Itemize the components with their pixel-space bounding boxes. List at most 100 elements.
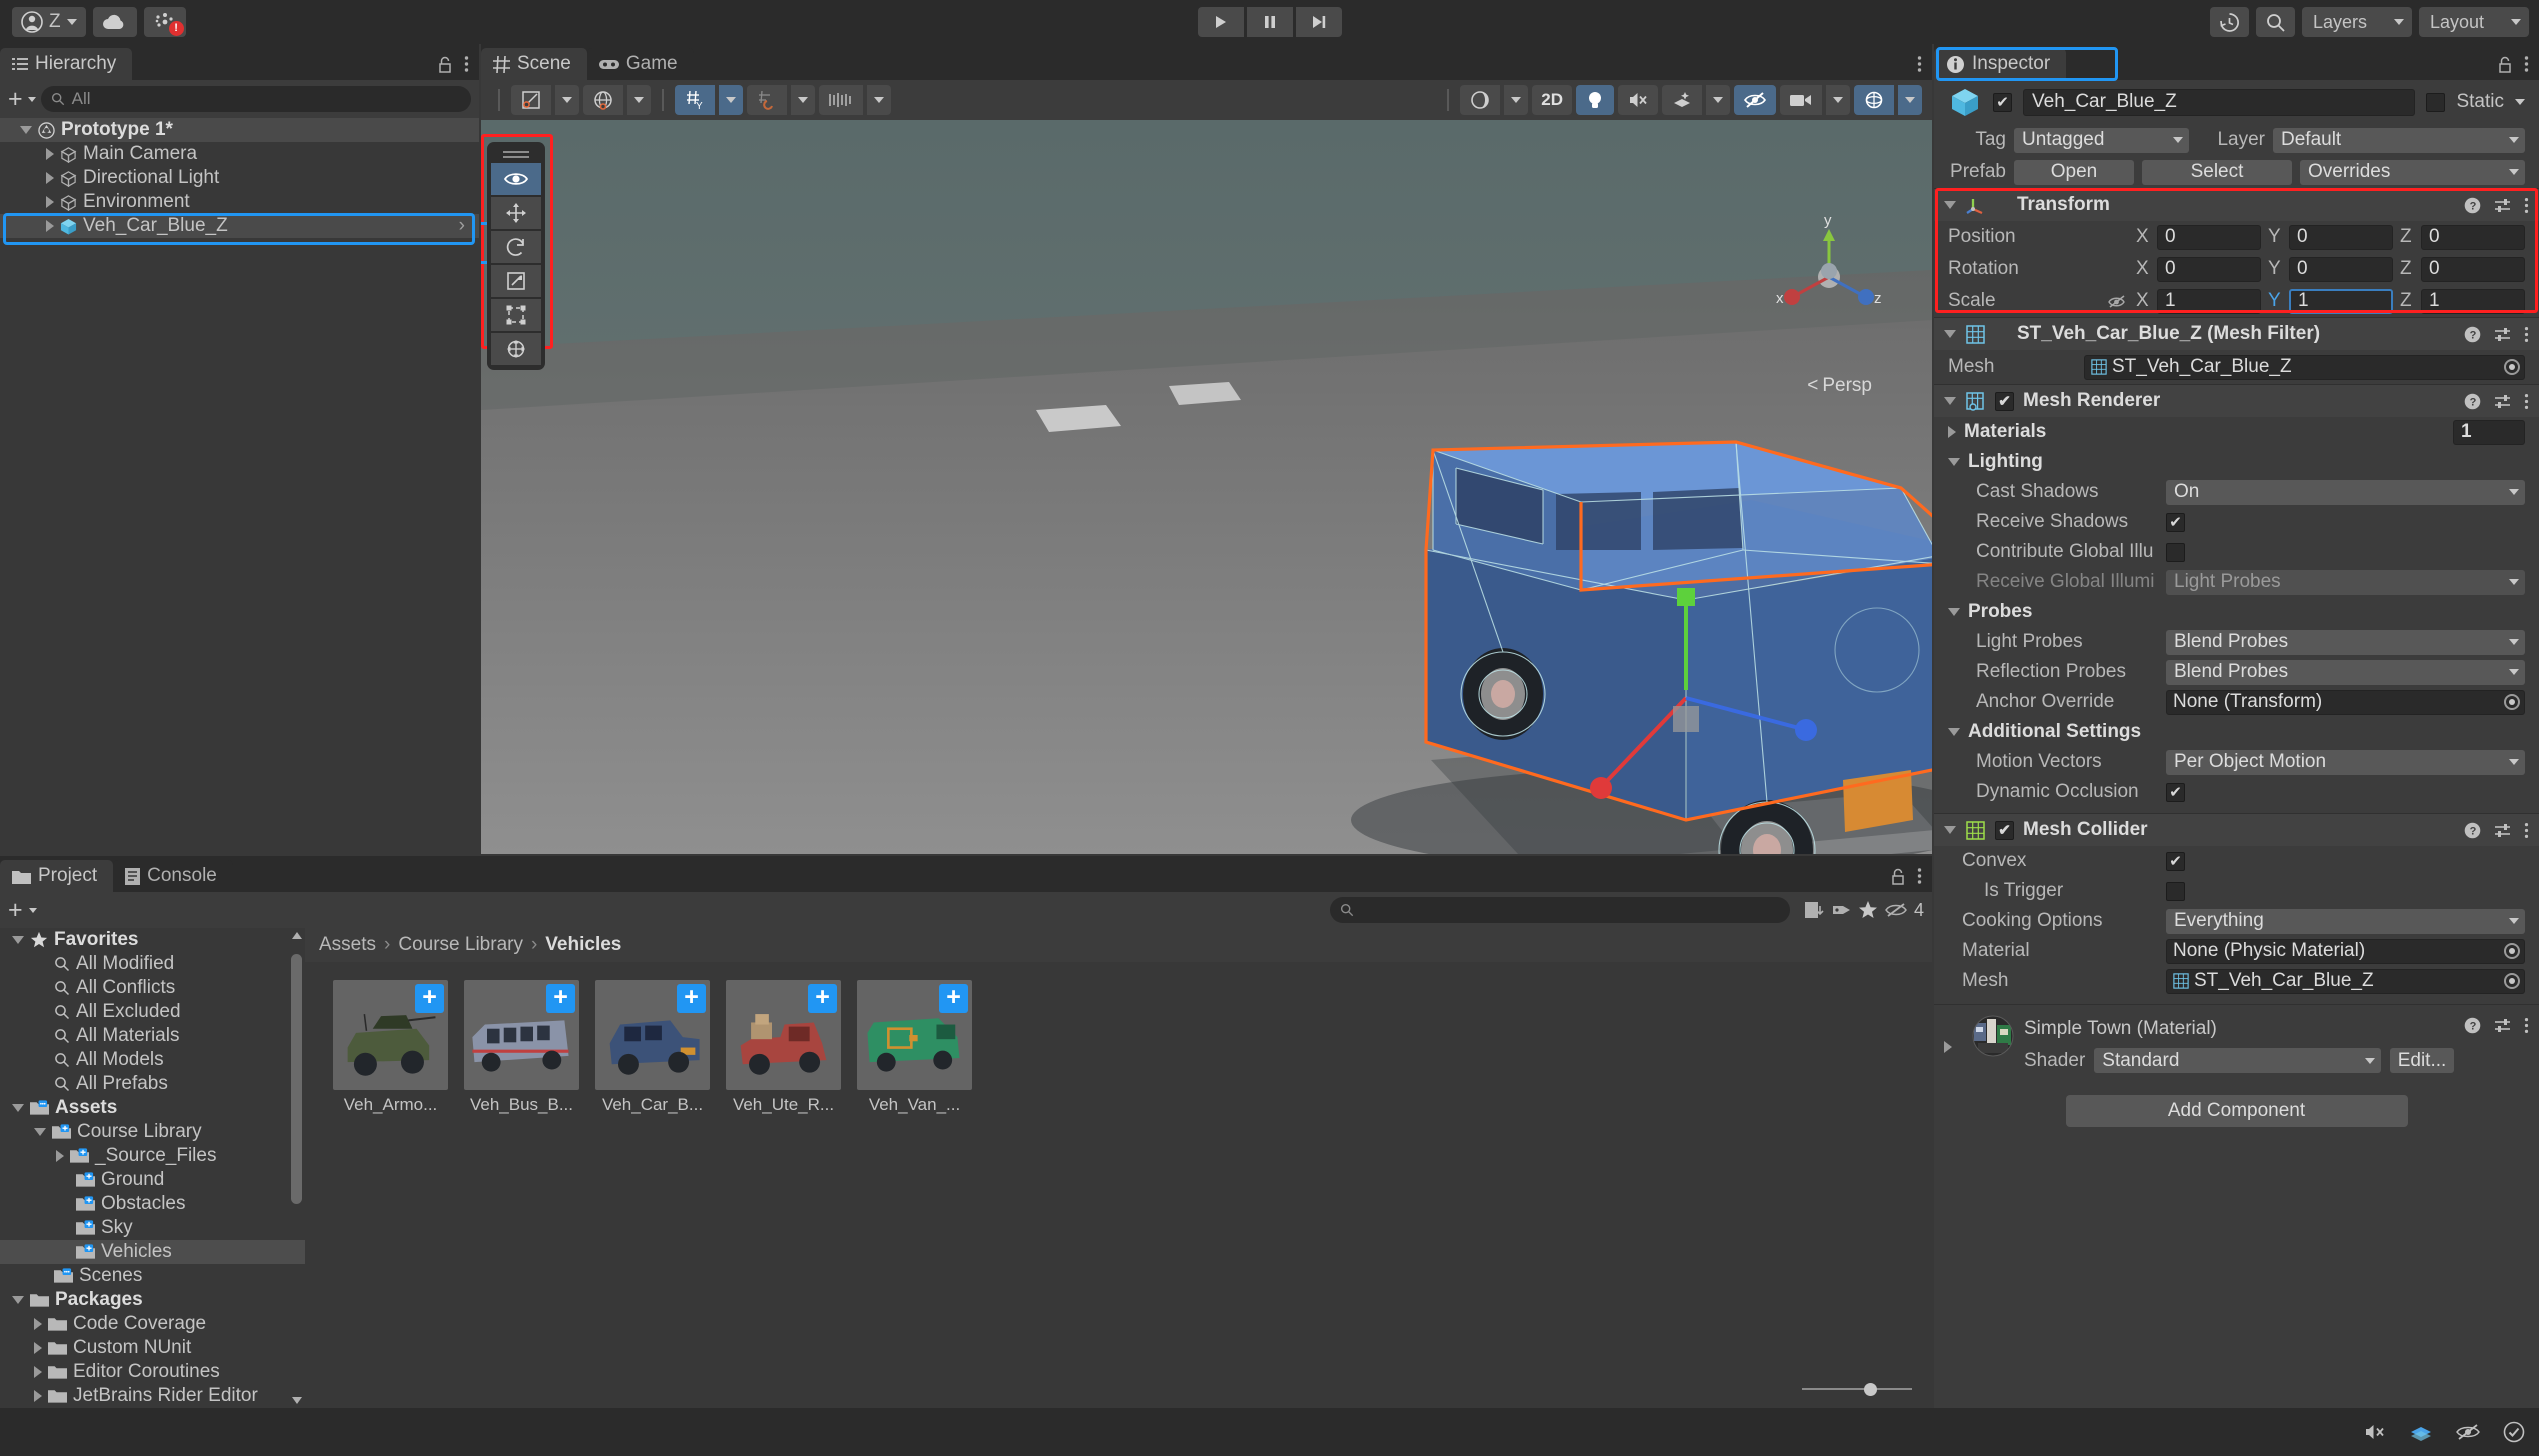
breadcrumb-item[interactable]: Vehicles [545, 934, 621, 956]
history-button[interactable] [2210, 7, 2249, 37]
handle-space-dropdown[interactable] [627, 85, 651, 115]
hierarchy-item-environment[interactable]: Environment [0, 190, 479, 214]
thumbnail-zoom-slider[interactable] [1802, 1382, 1912, 1396]
scrollbar-thumb[interactable] [291, 954, 302, 1204]
chevron-right-icon[interactable] [46, 172, 54, 184]
overlay-drag-handle[interactable] [491, 147, 541, 161]
materials-foldout[interactable]: Materials 1 [1934, 417, 2539, 447]
grid-snap-button[interactable] [747, 85, 787, 115]
scene-lighting-button[interactable] [1576, 85, 1614, 115]
layout-dropdown[interactable]: Layout [2419, 7, 2529, 37]
mesh-object-field[interactable]: ST_Veh_Car_Blue_Z [2084, 355, 2525, 380]
chevron-right-icon[interactable] [34, 1318, 42, 1330]
mesh-renderer-header[interactable]: Mesh Renderer ? [1934, 384, 2539, 417]
lock-icon[interactable] [1891, 868, 1905, 885]
collider-material-field[interactable]: None (Physic Material) [2166, 939, 2525, 964]
chevron-down-icon[interactable] [28, 97, 36, 102]
chevron-right-icon[interactable] [1944, 1041, 1952, 1053]
kebab-icon[interactable] [2524, 326, 2529, 343]
zoom-knob[interactable] [1864, 1383, 1877, 1396]
kebab-icon[interactable] [2524, 197, 2529, 214]
search-button[interactable] [2256, 7, 2295, 37]
scene-viewport[interactable]: y x z <Persp [481, 120, 1932, 854]
chevron-down-icon[interactable] [1944, 201, 1956, 209]
project-tree-item-sky[interactable]: Sky [0, 1216, 305, 1240]
chevron-down-icon[interactable] [1944, 826, 1956, 834]
chevron-down-icon[interactable] [1948, 728, 1960, 736]
pause-button[interactable] [1247, 7, 1293, 37]
project-tree-item-all-excluded[interactable]: All Excluded [0, 1000, 305, 1024]
link-off-icon[interactable] [2107, 293, 2129, 310]
services-button[interactable]: ! [144, 7, 186, 37]
help-icon[interactable]: ? [2464, 326, 2481, 343]
project-tree-item-jetbrains-rider-editor[interactable]: JetBrains Rider Editor [0, 1384, 305, 1408]
account-button[interactable]: Z [12, 7, 86, 37]
project-tree-item-custom-nunit[interactable]: Custom NUnit [0, 1336, 305, 1360]
project-tree-item-all-modified[interactable]: All Modified [0, 952, 305, 976]
asset-item[interactable]: +Veh_Bus_B... [464, 980, 579, 1115]
scene-fx-dropdown[interactable] [1706, 85, 1730, 115]
transform-position-y-field[interactable]: 0 [2289, 225, 2393, 250]
chevron-down-icon[interactable] [1948, 608, 1960, 616]
layers-icon[interactable] [2409, 1422, 2433, 1442]
help-icon[interactable]: ? [2464, 393, 2481, 410]
preset-icon[interactable] [2494, 197, 2511, 214]
preset-icon[interactable] [2494, 393, 2511, 410]
mesh-renderer-enabled-checkbox[interactable] [1995, 392, 2014, 411]
asset-item[interactable]: +Veh_Armo... [333, 980, 448, 1115]
project-tree-item-all-conflicts[interactable]: All Conflicts [0, 976, 305, 1000]
prefab-open-button[interactable]: Open [2014, 160, 2134, 185]
help-icon[interactable]: ? [2464, 1017, 2481, 1034]
draw-mode-button[interactable] [1460, 85, 1500, 115]
save-search-icon[interactable] [1804, 900, 1826, 920]
chevron-down-icon[interactable] [29, 908, 37, 913]
chevron-down-icon[interactable] [2515, 99, 2525, 105]
grid-snap-dropdown[interactable] [791, 85, 815, 115]
hidden-objects-button[interactable] [1734, 85, 1776, 115]
hierarchy-item-prototype-1[interactable]: Prototype 1* [0, 118, 479, 142]
chevron-right-icon[interactable] [56, 1150, 64, 1162]
move-tool-button[interactable] [491, 197, 541, 229]
tab-game[interactable]: Game [587, 48, 694, 80]
light-probes-dropdown[interactable]: Blend Probes [2166, 630, 2525, 655]
chevron-down-icon[interactable] [12, 1296, 24, 1304]
chevron-right-icon[interactable] [46, 196, 54, 208]
gizmos-toggle-dropdown[interactable] [1898, 85, 1922, 115]
layer-dropdown[interactable]: Default [2273, 128, 2525, 153]
chevron-down-icon[interactable] [1944, 330, 1956, 338]
preset-icon[interactable] [2494, 822, 2511, 839]
chevron-right-icon[interactable] [1948, 426, 1956, 438]
scene-audio-button[interactable] [1618, 85, 1658, 115]
object-picker-icon[interactable] [2504, 973, 2520, 989]
kebab-icon[interactable] [2524, 55, 2529, 73]
project-tree-scrollbar[interactable] [291, 932, 302, 1404]
tab-project[interactable]: Project [0, 860, 113, 892]
project-tree-item-all-models[interactable]: All Models [0, 1048, 305, 1072]
help-icon[interactable]: ? [2464, 822, 2481, 839]
tab-hierarchy[interactable]: Hierarchy [0, 48, 132, 80]
eye-off-icon[interactable] [2455, 1422, 2481, 1442]
kebab-icon[interactable] [2524, 822, 2529, 839]
project-tree-item-course-library[interactable]: Course Library [0, 1120, 305, 1144]
breadcrumb-item[interactable]: Course Library [398, 934, 523, 956]
step-button[interactable] [1296, 7, 1342, 37]
project-tree-item-ground[interactable]: Ground [0, 1168, 305, 1192]
transform-rotation-y-field[interactable]: 0 [2289, 257, 2393, 282]
pivot-mode-dropdown[interactable] [555, 85, 579, 115]
chevron-right-icon[interactable] [46, 148, 54, 160]
hierarchy-add-button[interactable]: + [8, 87, 23, 112]
scroll-down-icon[interactable] [292, 1397, 302, 1404]
scroll-up-icon[interactable] [292, 932, 302, 939]
asset-item[interactable]: +Veh_Van_... [857, 980, 972, 1115]
layers-dropdown[interactable]: Layers [2302, 7, 2412, 37]
motion-vectors-dropdown[interactable]: Per Object Motion [2166, 750, 2525, 775]
prefab-select-button[interactable]: Select [2142, 160, 2292, 185]
tab-inspector[interactable]: Inspector [1934, 48, 2066, 80]
asset-thumbnail[interactable]: + [333, 980, 448, 1090]
mute-icon[interactable] [2363, 1422, 2387, 1442]
collider-mesh-field[interactable]: ST_Veh_Car_Blue_Z [2166, 969, 2525, 994]
rect-tool-button[interactable] [491, 299, 541, 331]
chevron-right-icon[interactable] [46, 220, 54, 232]
static-checkbox[interactable] [2426, 93, 2445, 112]
asset-thumbnail[interactable]: + [595, 980, 710, 1090]
